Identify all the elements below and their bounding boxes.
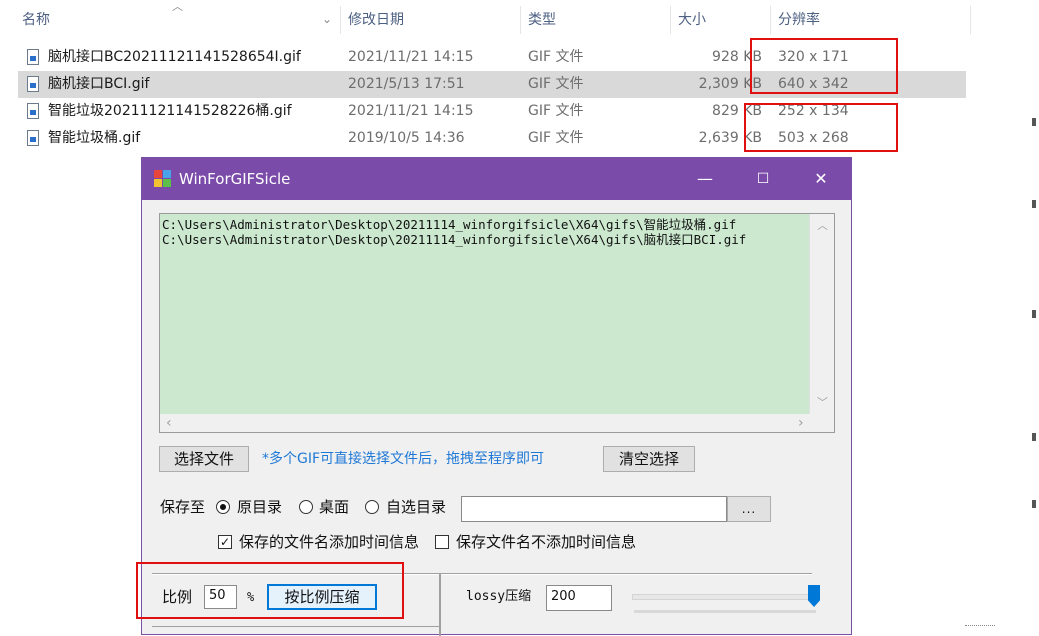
sort-up-icon: ︿	[172, 0, 183, 13]
checkbox-label: 保存的文件名添加时间信息	[239, 533, 420, 551]
custom-dir-input[interactable]	[461, 496, 727, 522]
column-header-resolution[interactable]: 分辨率	[778, 6, 820, 34]
column-divider[interactable]	[770, 6, 771, 34]
no-time-checkbox[interactable]	[435, 535, 449, 549]
vertical-scrollbar[interactable]: ︿ ﹀	[809, 214, 834, 414]
scroll-down-icon[interactable]: ﹀	[817, 394, 828, 410]
column-divider[interactable]	[970, 6, 971, 34]
file-size: 2,309 KB	[698, 76, 762, 92]
window-edge-mark	[965, 625, 995, 632]
column-header-name[interactable]: 名称	[22, 6, 50, 34]
window-edge-mark	[1032, 500, 1036, 508]
checkbox-label: 保存文件名不添加时间信息	[456, 533, 637, 551]
app-icon	[154, 170, 172, 188]
file-type: GIF 文件	[528, 130, 584, 146]
lossy-slider-thumb[interactable]	[808, 585, 820, 607]
scroll-right-icon[interactable]: ›	[798, 415, 804, 431]
column-divider[interactable]	[340, 6, 341, 34]
file-date: 2021/11/21 14:15	[348, 49, 474, 65]
radio-custom-dir[interactable]	[365, 500, 379, 514]
lossy-slider-track[interactable]	[632, 594, 820, 600]
highlight-box	[744, 103, 898, 152]
clear-selection-button[interactable]: 清空选择	[603, 446, 695, 472]
scroll-up-icon[interactable]: ︿	[817, 217, 828, 233]
list-item[interactable]: C:\Users\Administrator\Desktop\20211114_…	[162, 217, 736, 232]
gif-file-icon	[27, 130, 39, 146]
file-date: 2021/5/13 17:51	[348, 76, 465, 92]
radio-label: 桌面	[319, 498, 350, 516]
drag-hint-text: *多个GIF可直接选择文件后，拖拽至程序即可	[262, 451, 545, 467]
file-type: GIF 文件	[528, 76, 584, 92]
select-file-button[interactable]: 选择文件	[159, 446, 249, 472]
divider	[439, 573, 441, 636]
divider	[152, 626, 439, 627]
window-edge-mark	[1032, 118, 1036, 126]
lossy-input[interactable]: 200	[546, 585, 612, 611]
add-time-checkbox[interactable]: ✓	[218, 535, 232, 549]
window-title: WinForGIFSicle	[179, 170, 291, 188]
gif-file-icon	[27, 49, 39, 65]
minimize-button[interactable]: —	[676, 158, 734, 200]
file-name: 智能垃圾20211121141528226桶.gif	[48, 103, 292, 119]
scrollbar-corner	[810, 414, 834, 432]
radio-desktop[interactable]	[299, 500, 313, 514]
file-date: 2021/11/21 14:15	[348, 103, 474, 119]
column-header-date[interactable]: 修改日期	[348, 6, 404, 34]
column-header-size[interactable]: 大小	[678, 6, 706, 34]
chevron-down-icon[interactable]: ⌄	[322, 8, 332, 36]
horizontal-scrollbar[interactable]: ‹ ›	[160, 414, 810, 432]
gif-file-icon	[27, 103, 39, 119]
highlight-box	[750, 38, 898, 94]
title-bar[interactable]: WinForGIFSicle — ☐ ✕	[142, 158, 851, 200]
close-button[interactable]: ✕	[792, 158, 850, 200]
window-edge-mark	[1032, 433, 1036, 441]
radio-label: 原目录	[237, 498, 283, 516]
column-divider[interactable]	[520, 6, 521, 34]
scroll-left-icon[interactable]: ‹	[166, 415, 172, 431]
file-size: 928 KB	[712, 49, 762, 65]
file-name: 智能垃圾桶.gif	[48, 130, 141, 146]
radio-label: 自选目录	[386, 498, 447, 516]
browse-button[interactable]: ...	[727, 496, 771, 522]
column-divider[interactable]	[670, 6, 671, 34]
maximize-button[interactable]: ☐	[734, 158, 792, 200]
highlight-box	[136, 562, 404, 619]
file-path-list[interactable]: C:\Users\Administrator\Desktop\20211114_…	[159, 213, 835, 433]
column-header-type[interactable]: 类型	[528, 6, 556, 34]
radio-original-dir[interactable]	[216, 500, 230, 514]
file-type: GIF 文件	[528, 49, 584, 65]
lossy-label: lossy压缩	[466, 589, 532, 604]
file-date: 2019/10/5 14:36	[348, 130, 465, 146]
file-name: 脑机接口BC20211121141528654I.gif	[48, 49, 301, 65]
save-to-label: 保存至	[160, 498, 206, 516]
lossy-slider-ticks	[634, 610, 816, 613]
window-edge-mark	[1032, 310, 1036, 318]
file-type: GIF 文件	[528, 103, 584, 119]
list-item[interactable]: C:\Users\Administrator\Desktop\20211114_…	[162, 232, 746, 247]
gif-file-icon	[27, 76, 39, 92]
file-name: 脑机接口BCI.gif	[48, 76, 150, 92]
window-edge-mark	[1032, 200, 1036, 208]
